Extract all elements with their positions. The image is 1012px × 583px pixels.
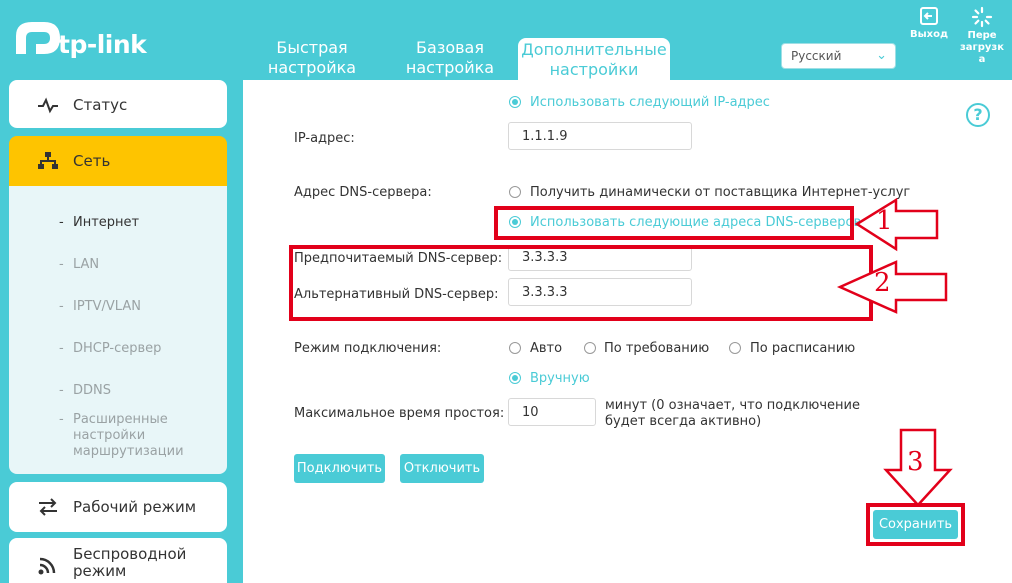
annotation-number-1: 1: [876, 206, 893, 236]
arrow-2-icon: [836, 260, 948, 314]
annotation-number-2: 2: [874, 268, 891, 298]
annotation-arrows: [836, 197, 953, 507]
annotation-number-3: 3: [907, 447, 924, 477]
arrow-1-icon: [854, 197, 939, 252]
